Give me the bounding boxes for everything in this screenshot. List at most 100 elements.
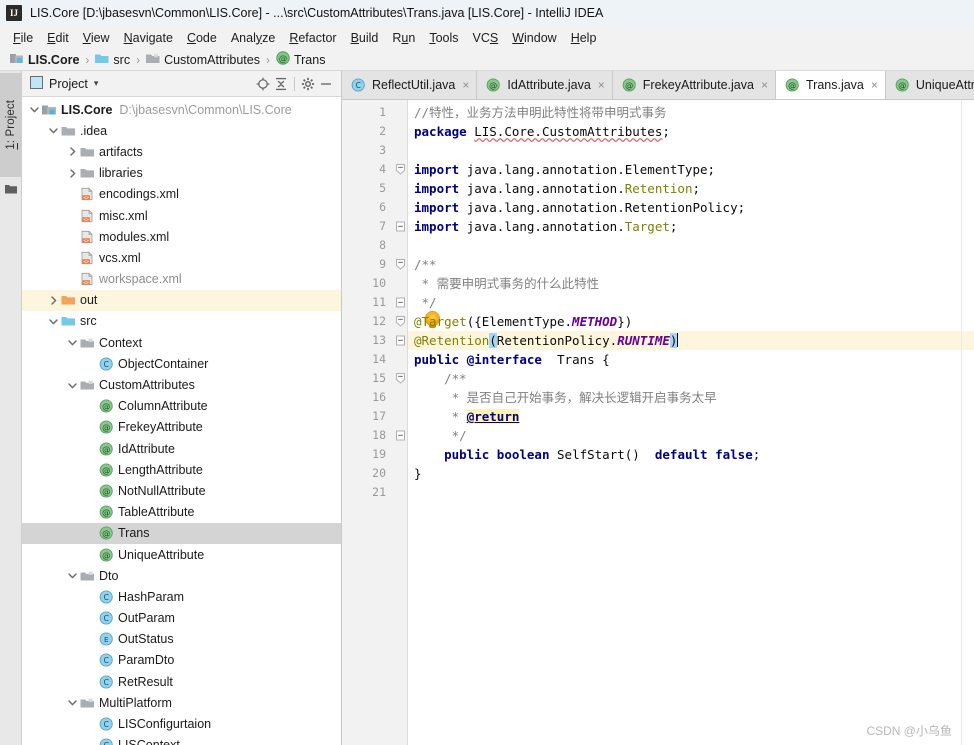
editor-tab[interactable]: @ UniqueAttrib <box>885 71 974 99</box>
close-icon[interactable]: × <box>871 78 878 92</box>
tree-row[interactable]: @ Trans <box>22 522 341 544</box>
sidebar-item-project[interactable]: 1: Project <box>0 73 22 177</box>
editor-tab[interactable]: C ReflectUtil.java × <box>342 71 478 99</box>
menu-navigate[interactable]: Navigate <box>117 29 180 47</box>
chevron-right-icon[interactable] <box>66 145 79 158</box>
chevron-down-icon[interactable]: ▾ <box>94 78 99 89</box>
code-line[interactable]: //特性，业务方法申明此特性将带申明式事务 <box>408 103 961 122</box>
code-text-area[interactable]: //特性，业务方法申明此特性将带申明式事务 package LIS.Core.Cu… <box>408 100 961 745</box>
code-line[interactable]: import java.lang.annotation.RetentionPol… <box>408 198 961 217</box>
chevron-down-icon[interactable] <box>47 315 60 328</box>
tree-row[interactable]: .idea <box>22 120 341 141</box>
fold-marker-icon[interactable] <box>394 369 407 388</box>
fold-marker-icon[interactable] <box>394 293 407 312</box>
code-editor[interactable]: 1 2 3 4 5 6 7 8 9 10 11 12 13 14 15 16 17 18 19 20 21 //特性，业… <box>342 100 974 745</box>
tree-row[interactable]: <> vcs.xml <box>22 247 341 268</box>
tree-row[interactable]: src <box>22 311 341 332</box>
editor-tab[interactable]: @ FrekeyAttribute.java × <box>612 71 776 99</box>
tree-row[interactable]: C ParamDto <box>22 650 341 671</box>
code-line[interactable]: import java.lang.annotation.ElementType; <box>408 160 961 179</box>
tree-row[interactable]: @ NotNullAttribute <box>22 480 341 501</box>
tree-row[interactable]: @ IdAttribute <box>22 438 341 459</box>
code-line[interactable]: @Target({ElementType.METHOD}) <box>408 312 961 331</box>
tree-row[interactable]: <> encodings.xml <box>22 184 341 205</box>
code-line[interactable]: /** <box>408 255 961 274</box>
fold-marker-icon[interactable] <box>394 217 407 236</box>
tree-row[interactable]: C OutParam <box>22 608 341 629</box>
fold-marker-icon[interactable] <box>394 426 407 445</box>
code-line[interactable] <box>408 236 961 255</box>
menu-window[interactable]: Window <box>505 29 563 47</box>
error-stripe-marker-bar[interactable] <box>961 100 974 745</box>
tree-row[interactable]: E OutStatus <box>22 629 341 650</box>
code-line[interactable]: package LIS.Core.CustomAttributes; <box>408 122 961 141</box>
chevron-down-icon[interactable] <box>28 103 41 116</box>
tree-row[interactable]: Dto <box>22 565 341 586</box>
tree-row[interactable]: MultiPlatform <box>22 692 341 713</box>
code-line[interactable]: * 是否自己开始事务，解决长逻辑开启事务太早 <box>408 388 961 407</box>
tree-row[interactable]: C LISContext <box>22 735 341 745</box>
code-line[interactable]: */ <box>408 293 961 312</box>
menu-analyze[interactable]: Analyze <box>224 29 282 47</box>
code-line[interactable]: import java.lang.annotation.Target; <box>408 217 961 236</box>
code-line[interactable]: */ <box>408 426 961 445</box>
code-line[interactable]: @Retention(RetentionPolicy.RUNTIME) <box>408 331 961 350</box>
menu-file[interactable]: File <box>6 29 40 47</box>
locate-icon[interactable] <box>254 75 272 93</box>
editor-tab[interactable]: @ IdAttribute.java × <box>477 71 613 99</box>
tree-row[interactable]: libraries <box>22 163 341 184</box>
tree-row[interactable]: C RetResult <box>22 671 341 692</box>
code-folding-gutter[interactable] <box>394 100 408 745</box>
code-line[interactable]: /** <box>408 369 961 388</box>
breadcrumb-item-src[interactable]: src <box>93 52 132 68</box>
close-icon[interactable]: × <box>462 78 469 92</box>
breadcrumb-item-class[interactable]: @ Trans <box>274 51 328 68</box>
tree-row[interactable]: Context <box>22 332 341 353</box>
code-line[interactable]: public boolean SelfStart() default false… <box>408 445 961 464</box>
menu-build[interactable]: Build <box>344 29 386 47</box>
menu-vcs[interactable]: VCS <box>466 29 506 47</box>
tree-row[interactable]: artifacts <box>22 141 341 162</box>
code-line[interactable]: public @interface Trans { <box>408 350 961 369</box>
menu-code[interactable]: Code <box>180 29 224 47</box>
menu-tools[interactable]: Tools <box>422 29 465 47</box>
tree-row[interactable]: @ TableAttribute <box>22 502 341 523</box>
tree-row[interactable]: @ UniqueAttribute <box>22 544 341 565</box>
menu-run[interactable]: Run <box>385 29 422 47</box>
gear-icon[interactable] <box>299 75 317 93</box>
chevron-down-icon[interactable] <box>66 379 79 392</box>
tree-row[interactable]: CustomAttributes <box>22 374 341 395</box>
chevron-right-icon[interactable] <box>47 294 60 307</box>
chevron-down-icon[interactable] <box>66 696 79 709</box>
tree-row[interactable]: C ObjectContainer <box>22 353 341 374</box>
code-line[interactable] <box>408 141 961 160</box>
code-line[interactable]: } <box>408 464 961 483</box>
tree-row[interactable]: @ ColumnAttribute <box>22 396 341 417</box>
tree-row[interactable]: @ FrekeyAttribute <box>22 417 341 438</box>
chevron-down-icon[interactable] <box>66 569 79 582</box>
tree-row[interactable]: LIS.Core D:\jbasesvn\Common\LIS.Core <box>22 99 341 120</box>
menu-refactor[interactable]: Refactor <box>282 29 343 47</box>
menu-view[interactable]: View <box>76 29 117 47</box>
tree-row[interactable]: <> misc.xml <box>22 205 341 226</box>
tree-row[interactable]: C LISConfigurtaion <box>22 713 341 734</box>
tree-row[interactable]: @ LengthAttribute <box>22 459 341 480</box>
menu-edit[interactable]: Edit <box>40 29 76 47</box>
tree-row[interactable]: out <box>22 289 341 311</box>
code-line[interactable] <box>408 483 961 502</box>
close-icon[interactable]: × <box>598 78 605 92</box>
tree-row[interactable]: C HashParam <box>22 586 341 607</box>
code-line[interactable]: * @return <box>408 407 961 426</box>
breadcrumb-item-package[interactable]: CustomAttributes <box>144 52 262 68</box>
fold-marker-icon[interactable] <box>394 255 407 274</box>
editor-tab[interactable]: @ Trans.java × <box>775 71 886 99</box>
fold-marker-icon[interactable] <box>394 160 407 179</box>
project-tree[interactable]: LIS.Core D:\jbasesvn\Common\LIS.Core .idea… <box>22 97 341 745</box>
code-line[interactable]: * 需要申明式事务的什么此特性 <box>408 274 961 293</box>
minimize-icon[interactable] <box>317 75 335 93</box>
close-icon[interactable]: × <box>761 78 768 92</box>
collapse-all-icon[interactable] <box>272 75 290 93</box>
tree-row[interactable]: <> modules.xml <box>22 226 341 247</box>
chevron-down-icon[interactable] <box>66 336 79 349</box>
tree-row[interactable]: <> workspace.xml <box>22 269 341 290</box>
